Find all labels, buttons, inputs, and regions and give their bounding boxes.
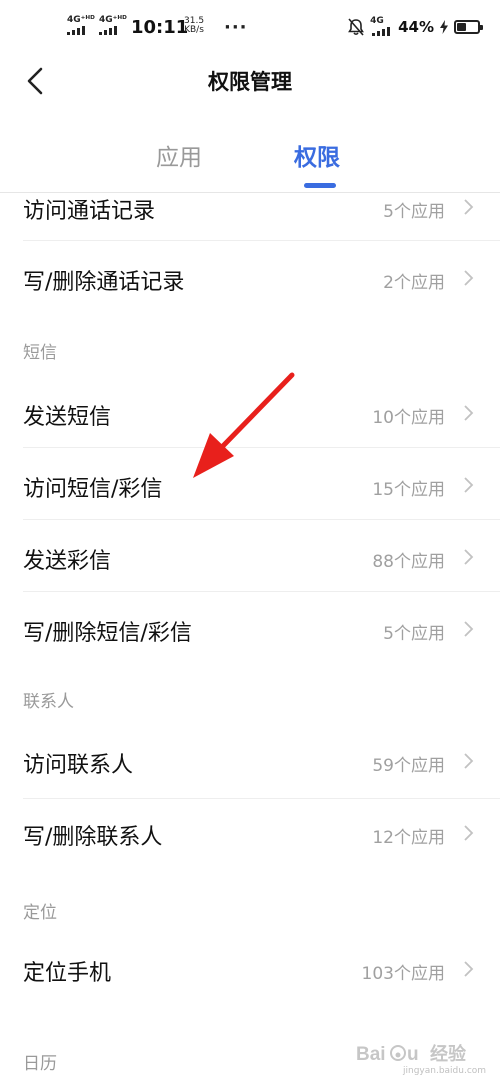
chevron-right-icon [464, 477, 474, 493]
data-signal-icon [372, 27, 391, 36]
sim1-signal-icon [67, 26, 85, 35]
app-count: 15个应用 [372, 480, 445, 500]
app-count: 10个应用 [372, 408, 445, 428]
charging-bolt-icon [440, 20, 448, 34]
sim2-signal-icon [99, 26, 117, 35]
chevron-right-icon [464, 621, 474, 637]
chevron-right-icon [464, 753, 474, 769]
tab-permissions[interactable]: 权限 [294, 138, 340, 172]
section-header: 日历 [23, 1054, 57, 1074]
chevron-right-icon [464, 270, 474, 286]
baidu-watermark: Bai u 经验 [356, 1040, 466, 1066]
app-count: 88个应用 [372, 552, 445, 572]
status-bar: 4G⁺ᴴᴰ 4G⁺ᴴᴰ 10:11 31.5 KB/s ··· 4G 44% [0, 0, 500, 56]
permission-label: 访问通话记录 [23, 199, 156, 224]
permission-row-read-call-log[interactable]: 访问通话记录 5个应用 [0, 192, 500, 241]
section-header: 短信 [23, 343, 57, 363]
page-title: 权限管理 [208, 70, 292, 94]
mobile-data-icon: 4G [370, 16, 392, 38]
chevron-right-icon [464, 549, 474, 565]
more-notifications-icon: ··· [224, 17, 248, 38]
section-contacts: 联系人 [0, 664, 500, 727]
permission-label: 访问短信/彩信 [23, 477, 163, 502]
watermark-text: 经验 [430, 1044, 466, 1065]
permission-label: 写/删除通话记录 [23, 270, 185, 295]
status-right: 4G 44% [348, 16, 483, 38]
baidu-logo: Bai u [356, 1044, 419, 1064]
chevron-right-icon [464, 405, 474, 421]
mute-bell-icon [348, 18, 365, 36]
app-header: 权限管理 [0, 56, 500, 108]
battery-level [457, 23, 466, 31]
permission-row-read-contacts[interactable]: 访问联系人 59个应用 [0, 727, 500, 799]
chevron-right-icon [464, 961, 474, 977]
permission-label: 发送彩信 [23, 549, 112, 574]
permission-row-send-sms[interactable]: 发送短信 10个应用 [0, 376, 500, 448]
permission-row-send-mms[interactable]: 发送彩信 88个应用 [0, 520, 500, 592]
sim1-type: 4G⁺ᴴᴰ [67, 15, 95, 25]
app-count: 12个应用 [372, 828, 445, 848]
network-speed-unit: KB/s [184, 25, 204, 35]
permission-label: 发送短信 [23, 405, 112, 430]
permission-row-write-sms-mms[interactable]: 写/删除短信/彩信 5个应用 [0, 592, 500, 664]
permission-label: 定位手机 [23, 961, 112, 986]
svg-text:Bai: Bai [356, 1044, 386, 1064]
permission-row-write-contacts[interactable]: 写/删除联系人 12个应用 [0, 799, 500, 871]
permission-label: 访问联系人 [23, 753, 134, 778]
net-type: 4G [370, 16, 384, 26]
app-count: 2个应用 [383, 273, 445, 293]
battery-percent: 44% [398, 18, 434, 36]
permission-row-write-call-log[interactable]: 写/删除通话记录 2个应用 [0, 241, 500, 313]
app-count: 5个应用 [383, 624, 445, 644]
section-header: 联系人 [23, 692, 74, 712]
tab-bar: 应用 权限 [0, 118, 500, 193]
permission-label: 写/删除联系人 [23, 825, 163, 850]
section-sms: 短信 [0, 313, 500, 376]
permission-label: 写/删除短信/彩信 [23, 621, 192, 646]
sim2-type: 4G⁺ᴴᴰ [99, 15, 127, 25]
permission-row-locate-phone[interactable]: 定位手机 103个应用 [0, 937, 500, 1009]
permission-row-read-sms-mms[interactable]: 访问短信/彩信 15个应用 [0, 448, 500, 520]
network-speed: 31.5 KB/s [184, 17, 204, 35]
app-count: 103个应用 [361, 964, 445, 984]
watermark-url: jingyan.baidu.com [403, 1066, 487, 1076]
svg-text:u: u [407, 1044, 419, 1064]
chevron-right-icon [464, 825, 474, 841]
chevron-right-icon [464, 199, 474, 215]
clock: 10:11 [131, 17, 189, 38]
app-count: 5个应用 [383, 202, 445, 222]
section-location: 定位 [0, 871, 500, 937]
tab-apps[interactable]: 应用 [156, 138, 202, 172]
section-header: 定位 [23, 903, 57, 923]
active-tab-indicator [304, 183, 336, 188]
permission-list: 访问通话记录 5个应用 写/删除通话记录 2个应用 短信 发送短信 10个应用 … [0, 192, 500, 1074]
battery-icon [454, 20, 483, 34]
app-count: 59个应用 [372, 756, 445, 776]
